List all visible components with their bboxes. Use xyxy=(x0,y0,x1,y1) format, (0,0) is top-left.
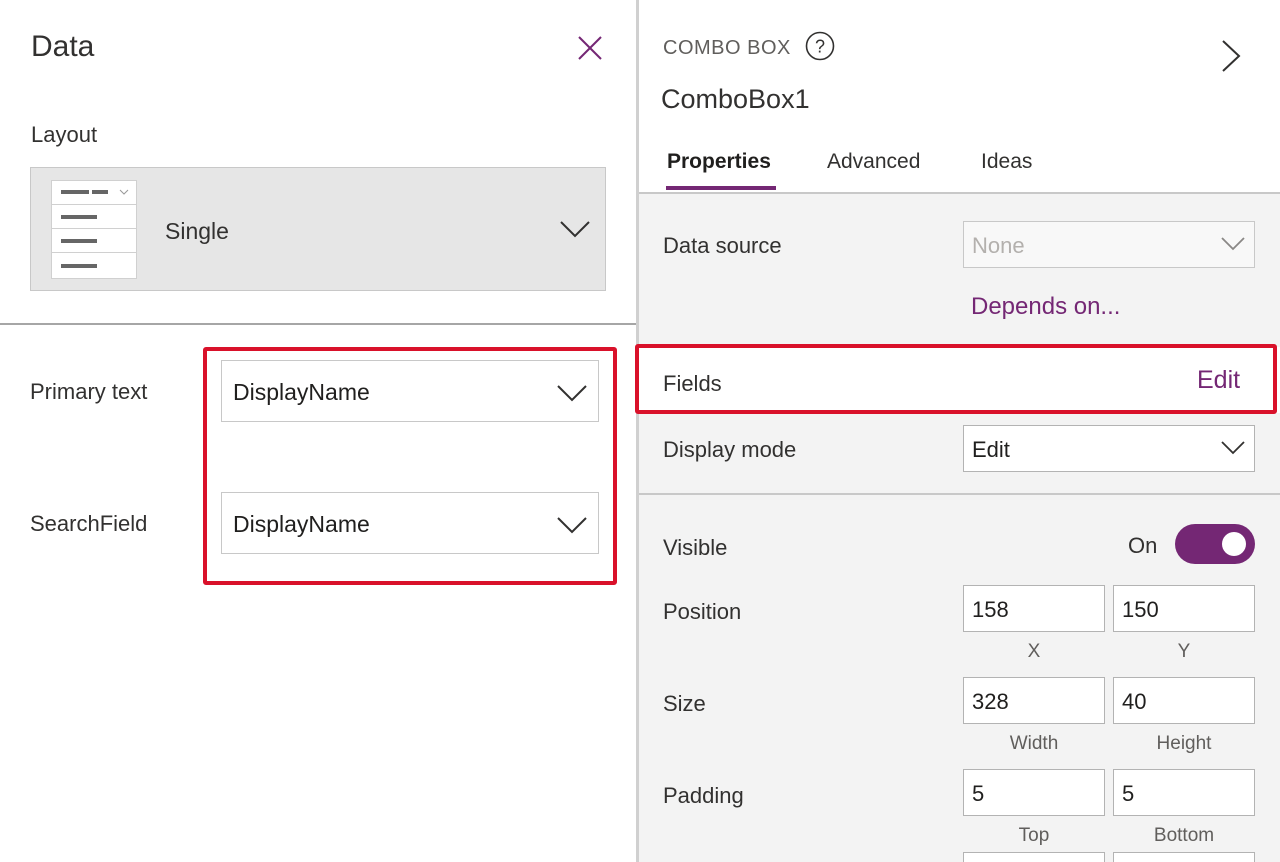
display-mode-label: Display mode xyxy=(663,437,797,462)
search-field-label: SearchField xyxy=(30,511,148,536)
search-field-value: DisplayName xyxy=(233,511,370,537)
primary-text-value: DisplayName xyxy=(233,379,370,405)
properties-panel: COMBO BOX ? ComboBox1 Properties Advance… xyxy=(639,0,1280,862)
chevron-down-icon xyxy=(1221,441,1245,455)
layout-dropdown[interactable]: Single xyxy=(30,167,606,291)
active-tab-indicator xyxy=(666,186,776,190)
chevron-down-icon xyxy=(560,221,590,238)
depends-on-link[interactable]: Depends on... xyxy=(971,293,1120,321)
visible-label: Visible xyxy=(663,535,728,560)
layout-label: Layout xyxy=(31,122,98,147)
height-input[interactable]: 40 xyxy=(1113,677,1255,724)
visible-toggle[interactable] xyxy=(1175,524,1255,564)
padding-left-input[interactable] xyxy=(963,852,1105,862)
layout-value: Single xyxy=(165,218,229,244)
width-input[interactable]: 328 xyxy=(963,677,1105,724)
help-icon[interactable]: ? xyxy=(804,30,836,62)
display-mode-dropdown[interactable]: Edit xyxy=(963,425,1255,472)
position-x-value: 158 xyxy=(972,597,1009,622)
data-source-value: None xyxy=(972,233,1025,258)
padding-right-input[interactable] xyxy=(1113,852,1255,862)
control-type: COMBO BOX xyxy=(663,37,791,59)
padding-label: Padding xyxy=(663,783,744,808)
top-label: Top xyxy=(1018,825,1050,846)
x-label: X xyxy=(1027,641,1041,662)
chevron-down-icon xyxy=(1221,237,1245,251)
chevron-right-icon[interactable] xyxy=(1219,38,1243,74)
padding-top-input[interactable]: 5 xyxy=(963,769,1105,816)
tab-ideas[interactable]: Ideas xyxy=(981,150,1032,174)
width-label: Width xyxy=(1009,733,1059,754)
position-label: Position xyxy=(663,599,742,624)
padding-bottom-value: 5 xyxy=(1122,781,1135,806)
header-border xyxy=(639,192,1280,194)
position-y-value: 150 xyxy=(1122,597,1159,622)
tab-properties[interactable]: Properties xyxy=(667,150,771,174)
search-field-dropdown[interactable]: DisplayName xyxy=(221,492,599,554)
chevron-down-icon xyxy=(557,385,587,402)
position-x-input[interactable]: 158 xyxy=(963,585,1105,632)
y-label: Y xyxy=(1177,641,1191,662)
bottom-label: Bottom xyxy=(1153,825,1215,846)
fields-label: Fields xyxy=(663,371,722,396)
control-name: ComboBox1 xyxy=(661,84,810,114)
data-panel-title: Data xyxy=(31,30,95,63)
padding-top-value: 5 xyxy=(972,781,985,806)
fields-edit-link[interactable]: Edit xyxy=(1197,366,1240,395)
panel-divider xyxy=(0,323,637,325)
layout-thumbnail-icon xyxy=(51,180,137,279)
data-source-dropdown[interactable]: None xyxy=(963,221,1255,268)
primary-text-label: Primary text xyxy=(30,379,148,404)
height-label: Height xyxy=(1156,733,1212,754)
size-label: Size xyxy=(663,691,706,716)
height-value: 40 xyxy=(1122,689,1147,714)
chevron-down-icon xyxy=(557,517,587,534)
padding-bottom-input[interactable]: 5 xyxy=(1113,769,1255,816)
visible-state-text: On xyxy=(1128,533,1158,558)
svg-text:?: ? xyxy=(815,37,825,57)
toggle-knob xyxy=(1222,532,1246,556)
section-border xyxy=(639,493,1280,495)
data-panel: Data Layout Single Primary text DisplayN… xyxy=(0,0,637,862)
properties-header: COMBO BOX ? ComboBox1 Properties Advance… xyxy=(639,0,1280,194)
display-mode-value: Edit xyxy=(972,437,1010,462)
data-source-label: Data source xyxy=(663,233,782,258)
tab-advanced[interactable]: Advanced xyxy=(827,150,920,174)
primary-text-dropdown[interactable]: DisplayName xyxy=(221,360,599,422)
width-value: 328 xyxy=(972,689,1009,714)
close-icon[interactable] xyxy=(574,32,606,64)
position-y-input[interactable]: 150 xyxy=(1113,585,1255,632)
fields-row: Fields Edit xyxy=(639,347,1280,413)
